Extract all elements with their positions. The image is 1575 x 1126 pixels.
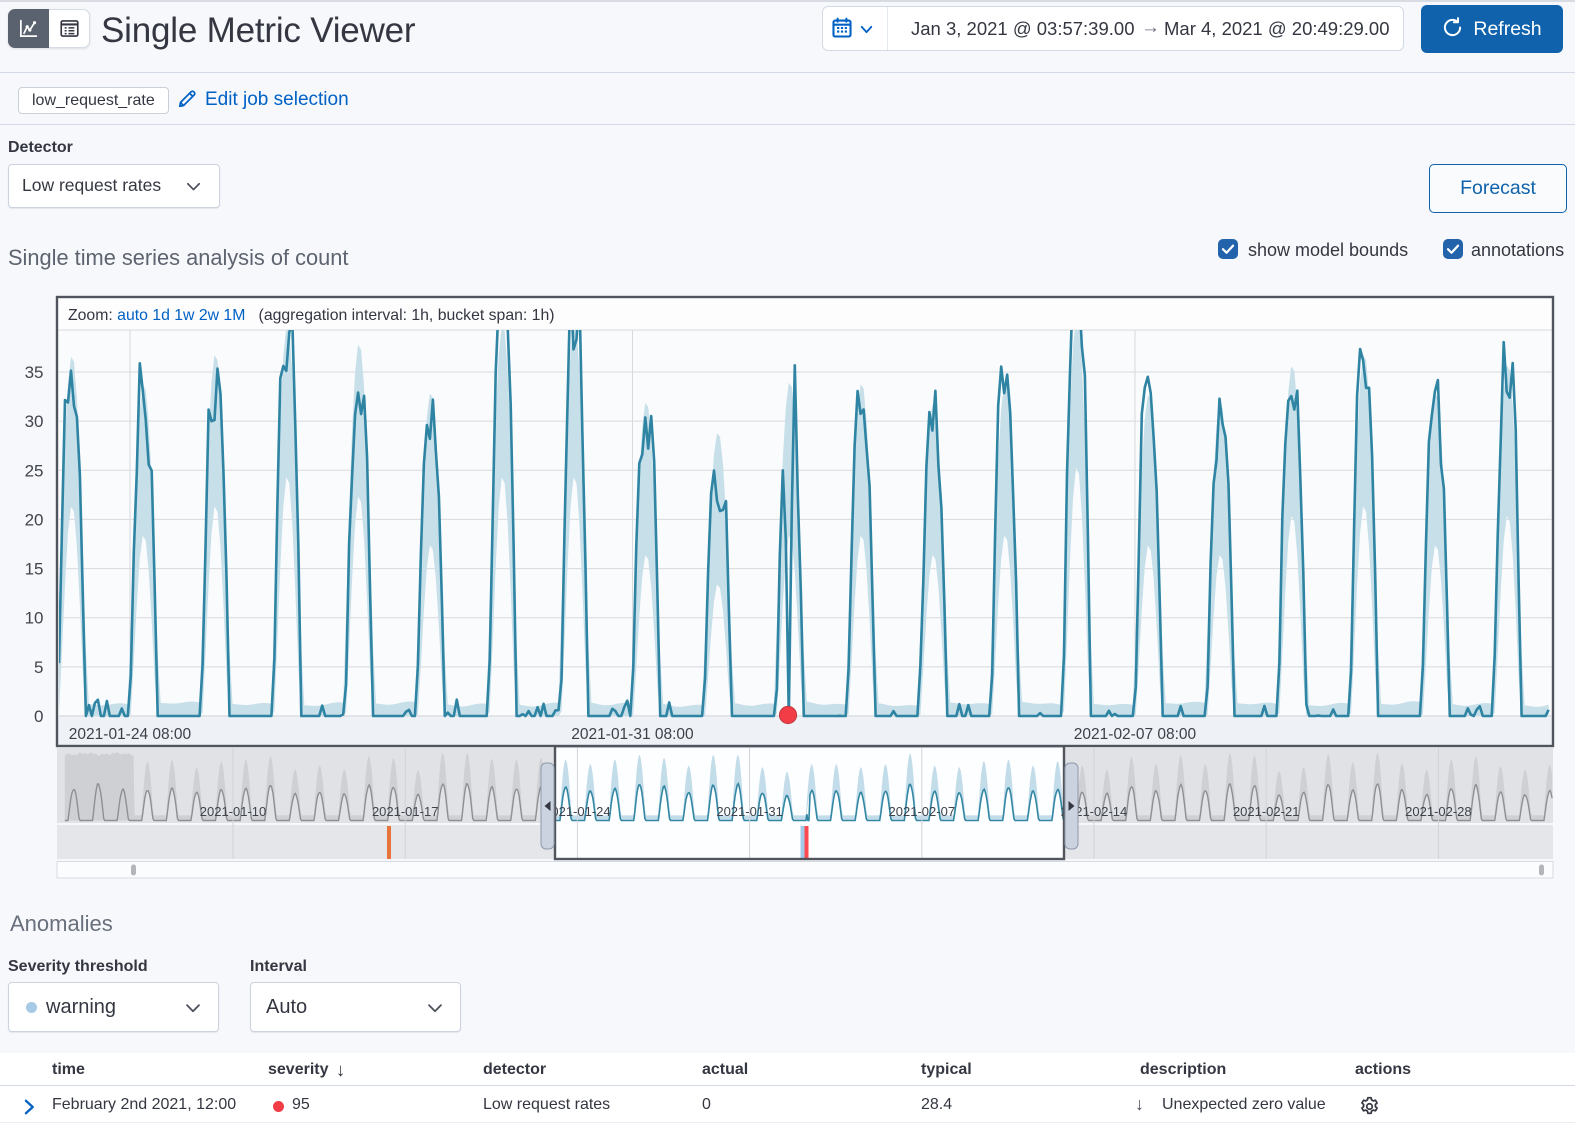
svg-text:2021-01-10: 2021-01-10 — [200, 804, 267, 819]
svg-text:25: 25 — [25, 461, 44, 480]
svg-text:15: 15 — [25, 560, 44, 579]
svg-text:Zoom: auto 1d 1w 2w 1M (aggr: Zoom: auto 1d 1w 2w 1M (aggregation inte… — [68, 307, 555, 324]
svg-text:2021-02-21: 2021-02-21 — [1233, 804, 1300, 819]
svg-text:2021-02-07 08:00: 2021-02-07 08:00 — [1074, 726, 1197, 743]
svg-text:2021-01-17: 2021-01-17 — [372, 804, 439, 819]
svg-text:5: 5 — [34, 658, 43, 677]
svg-text:20: 20 — [25, 510, 44, 529]
svg-text:35: 35 — [25, 363, 44, 382]
svg-text:2021-01-31: 2021-01-31 — [716, 804, 783, 819]
svg-text:2021-01-31 08:00: 2021-01-31 08:00 — [571, 726, 694, 743]
svg-text:2021-02-07: 2021-02-07 — [889, 804, 956, 819]
svg-text:0: 0 — [34, 707, 43, 726]
svg-text:30: 30 — [25, 412, 44, 431]
svg-text:10: 10 — [25, 609, 44, 628]
svg-text:2021-01-24 08:00: 2021-01-24 08:00 — [69, 726, 192, 743]
svg-text:2021-02-28: 2021-02-28 — [1405, 804, 1472, 819]
